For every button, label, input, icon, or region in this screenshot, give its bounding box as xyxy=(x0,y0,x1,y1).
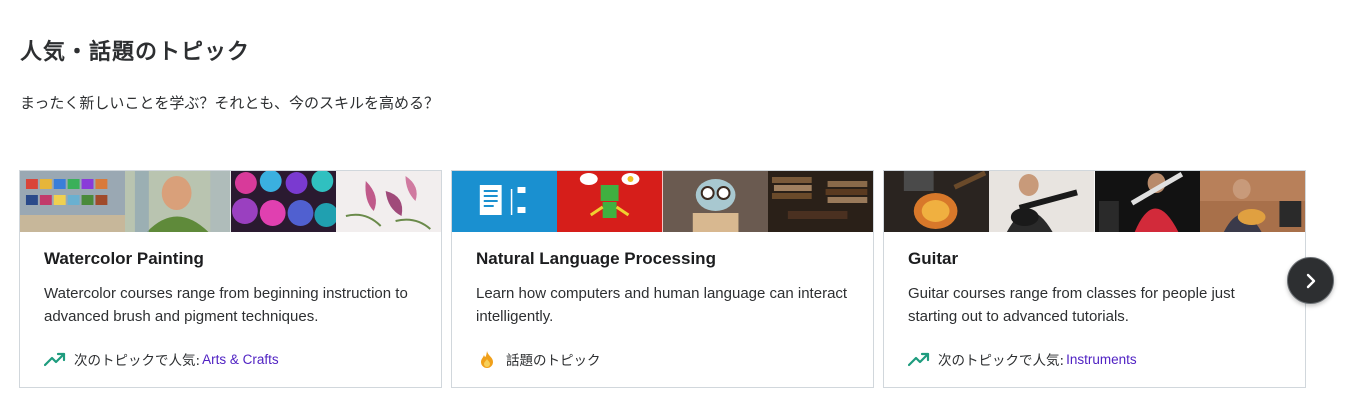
category-link[interactable]: Arts & Crafts xyxy=(202,352,279,367)
card-footer: 次のトピックで人気: Instruments xyxy=(908,349,1137,369)
topic-cards: Watercolor Painting Watercolor courses r… xyxy=(19,170,1306,388)
thumbnail-image xyxy=(452,171,558,232)
card-title: Natural Language Processing xyxy=(476,249,716,268)
thumbnail-image xyxy=(989,171,1095,232)
topic-card-watercolor[interactable]: Watercolor Painting Watercolor courses r… xyxy=(19,170,442,388)
thumbnail-image xyxy=(335,171,441,232)
thumbnail-strip xyxy=(452,171,873,232)
topic-card-nlp[interactable]: Natural Language Processing Learn how co… xyxy=(451,170,874,388)
card-title: Guitar xyxy=(908,249,959,268)
thumbnail-image xyxy=(767,171,873,232)
chevron-right-icon xyxy=(1306,273,1315,288)
card-footer-text: 次のトピックで人気: xyxy=(938,353,1065,369)
thumbnail-strip xyxy=(20,171,441,232)
section-title: 人気・話題のトピック xyxy=(20,39,251,65)
card-description: Watercolor courses range from beginning … xyxy=(44,285,408,325)
thumbnail-image xyxy=(125,171,231,232)
carousel-next-button[interactable] xyxy=(1287,257,1334,304)
card-title: Watercolor Painting xyxy=(44,249,204,268)
thumbnail-image xyxy=(1094,171,1200,232)
thumbnail-image xyxy=(230,171,336,232)
card-footer: 次のトピックで人気: Arts & Crafts xyxy=(44,349,279,369)
section-subtitle: まったく新しいことを学ぶ？それとも、今のスキルを高める？ xyxy=(20,94,439,112)
thumbnail-image xyxy=(1199,171,1305,232)
thumbnail-image xyxy=(20,171,126,232)
trending-up-icon xyxy=(44,352,66,367)
card-description: Guitar courses range from classes for pe… xyxy=(908,285,1235,325)
thumbnail-image xyxy=(557,171,663,232)
card-footer-text: 次のトピックで人気: xyxy=(74,353,201,369)
card-footer: 話題のトピック xyxy=(476,349,601,369)
fire-icon xyxy=(481,351,493,368)
thumbnail-image xyxy=(662,171,768,232)
thumbnail-strip xyxy=(884,171,1305,232)
thumbnail-image xyxy=(884,171,990,232)
topics-section: 人気・話題のトピック まったく新しいことを学ぶ？それとも、今のスキルを高める？ xyxy=(0,0,1371,414)
card-description: Learn how computers and human language c… xyxy=(476,285,848,325)
topic-card-guitar[interactable]: Guitar Guitar courses range from classes… xyxy=(883,170,1306,388)
card-footer-text: 話題のトピック xyxy=(506,353,601,369)
trending-up-icon xyxy=(908,352,930,367)
category-link[interactable]: Instruments xyxy=(1066,352,1137,367)
